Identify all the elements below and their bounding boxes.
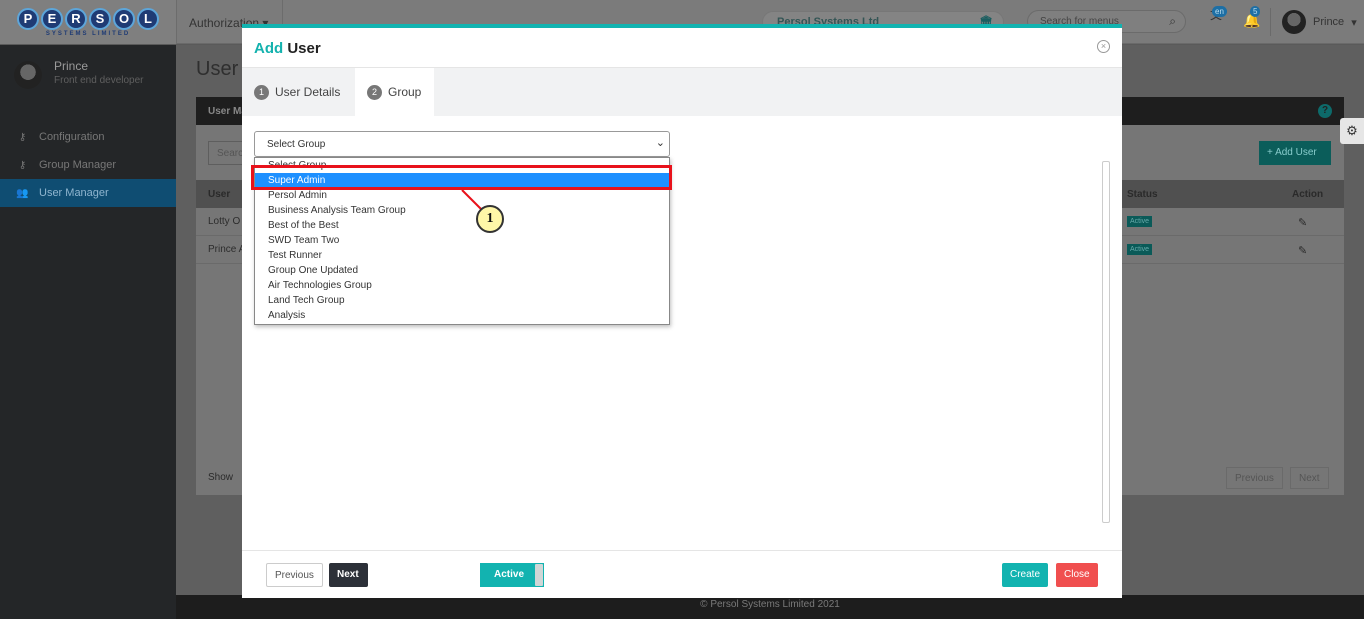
callout-line [461,189,482,210]
callout-pointer [461,189,482,210]
callout-badge: 1 [476,205,504,233]
